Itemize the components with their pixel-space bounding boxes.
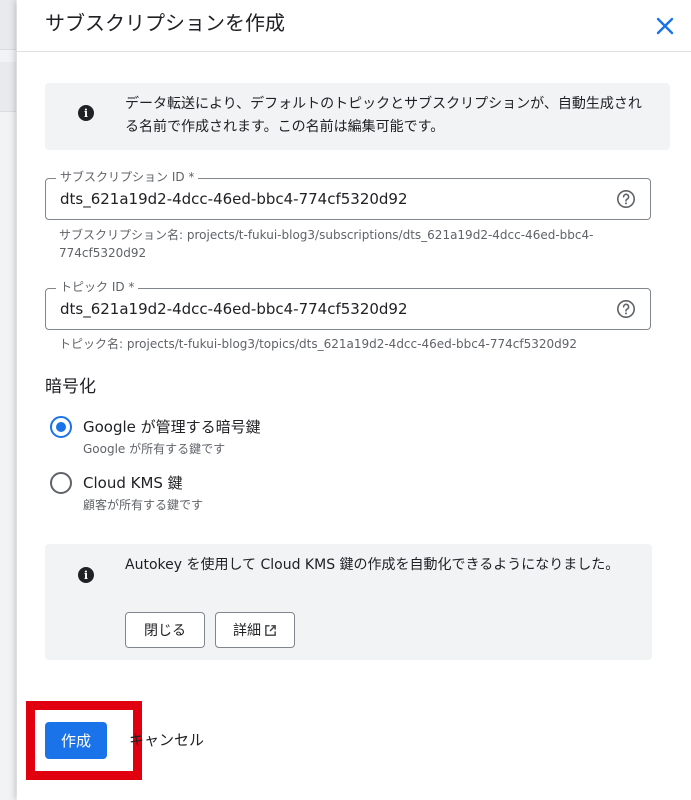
radio-label-cloud-kms-key[interactable]: Cloud KMS 鍵 (83, 473, 183, 493)
info-icon: i (78, 567, 94, 583)
radio-cloud-kms-key[interactable] (50, 472, 74, 496)
subscription-id-label: サブスクリプション ID * (56, 169, 199, 185)
panel-title: サブスクリプションを作成 (45, 11, 285, 35)
create-subscription-panel: サブスクリプションを作成 i データ転送により、デフォルトのトピックとサブスクリ… (17, 0, 691, 800)
dismiss-button-label: 閉じる (144, 623, 186, 639)
radio-google-managed-key[interactable] (50, 416, 74, 440)
open-in-new-icon (265, 624, 276, 636)
topic-id-input[interactable] (60, 299, 600, 319)
create-button[interactable]: 作成 (45, 722, 107, 759)
help-icon[interactable] (616, 189, 636, 209)
details-button[interactable]: 詳細 (215, 612, 295, 648)
details-button-label: 詳細 (233, 623, 261, 639)
panel-header: サブスクリプションを作成 (17, 0, 691, 52)
encryption-section-title: 暗号化 (45, 377, 96, 397)
info-text: データ転送により、デフォルトのトピックとサブスクリプションが、自動生成される名前… (125, 96, 642, 135)
dismiss-button[interactable]: 閉じる (125, 612, 205, 648)
info-banner: i データ転送により、デフォルトのトピックとサブスクリプションが、自動生成される… (45, 83, 670, 150)
background-page (0, 0, 16, 800)
radio-outer (50, 472, 72, 494)
subscription-name-hint: サブスクリプション名: projects/t-fukui-blog3/subsc… (59, 228, 594, 260)
autokey-text: Autokey を使用して Cloud KMS 鍵の作成を自動化できるようになり… (125, 557, 620, 573)
topic-name-hint: トピック名: projects/t-fukui-blog3/topics/dts… (59, 337, 578, 351)
radio-description-cloud-kms-key: 顧客が所有する鍵です (83, 498, 204, 512)
create-button-label: 作成 (60, 732, 91, 750)
topic-id-field[interactable]: トピック ID * (45, 279, 651, 330)
cancel-button[interactable]: キャンセル (129, 729, 204, 751)
close-icon (656, 17, 674, 35)
help-icon[interactable] (616, 299, 636, 319)
subscription-id-input[interactable] (60, 189, 600, 209)
topic-id-label: トピック ID * (56, 279, 139, 295)
autokey-banner: i Autokey を使用して Cloud KMS 鍵の作成を自動化できるように… (45, 544, 652, 660)
radio-description-google-managed-key: Google が所有する鍵です (83, 442, 226, 456)
info-icon: i (78, 105, 94, 121)
background-row (0, 0, 16, 50)
background-row (0, 62, 16, 112)
radio-label-google-managed-key[interactable]: Google が管理する暗号鍵 (83, 417, 261, 437)
radio-selected-dot (56, 422, 66, 432)
close-button[interactable] (651, 12, 679, 40)
subscription-id-field[interactable]: サブスクリプション ID * (45, 169, 651, 220)
